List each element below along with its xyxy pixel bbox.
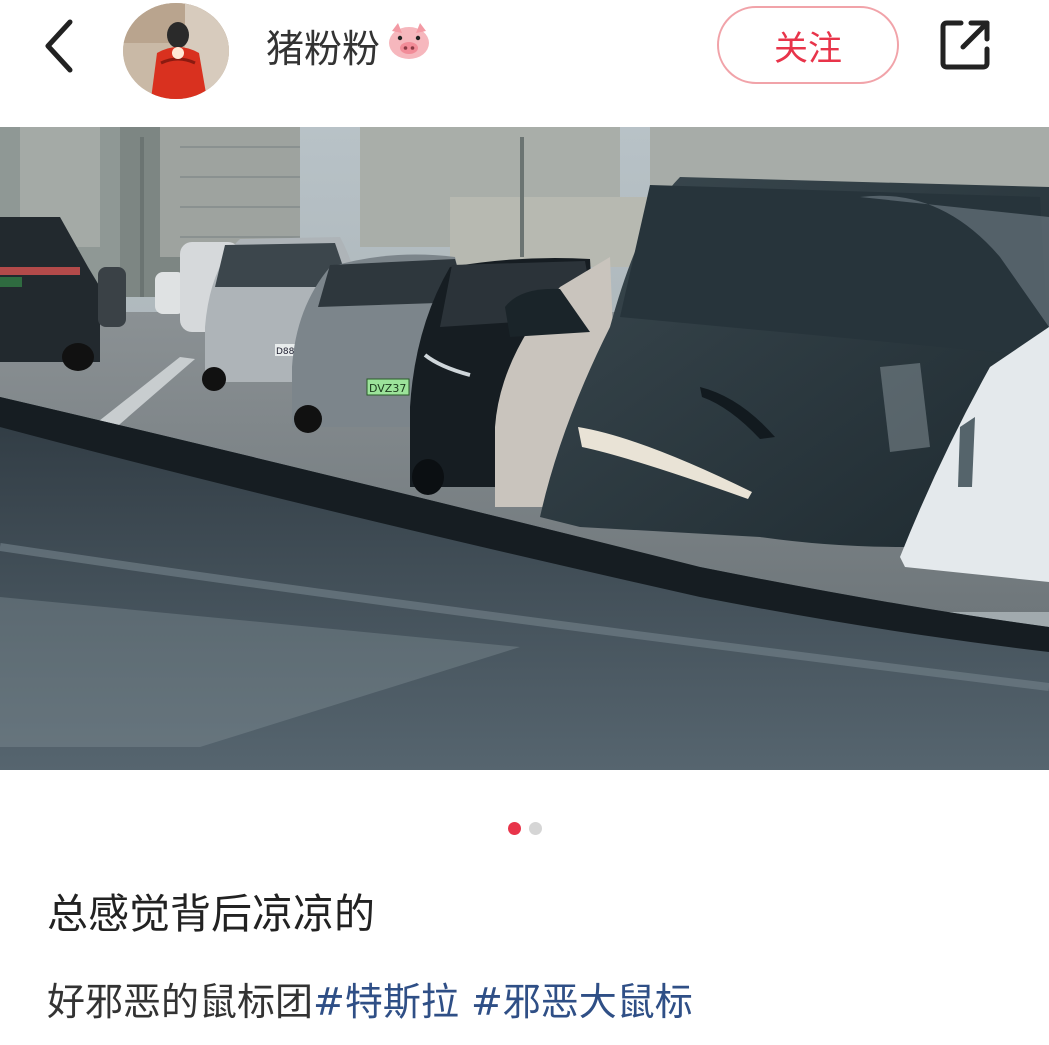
plate-center: DVZ37: [369, 382, 406, 395]
pig-emoji-icon: [386, 21, 432, 70]
post-title: 总感觉背后凉凉的: [47, 890, 375, 938]
carousel-indicator: [0, 822, 1049, 835]
post-body: 好邪恶的鼠标团#特斯拉 #邪恶大鼠标: [47, 971, 693, 1026]
avatar[interactable]: [123, 3, 229, 99]
username-text: 猪粉粉: [266, 27, 381, 71]
share-button[interactable]: [930, 10, 1000, 80]
carousel-dot-2[interactable]: [528, 822, 542, 835]
hashtag-evil-mouse[interactable]: #邪恶大鼠标: [471, 980, 693, 1024]
hashtag-tesla[interactable]: #特斯拉: [313, 980, 459, 1024]
chevron-left-icon: [45, 19, 73, 73]
post-detail-page: 猪粉粉 关注 D88 DVZ37 总感觉背后凉凉的 好邪恶的鼠标团#特斯拉 #邪…: [0, 0, 1049, 1045]
post-body-text: 好邪恶的鼠标团: [47, 980, 314, 1024]
plate-left: D88: [276, 347, 295, 357]
post-photo[interactable]: D88 DVZ37: [0, 127, 1049, 770]
share-icon: [940, 20, 990, 70]
username[interactable]: 猪粉粉: [266, 18, 432, 73]
back-button[interactable]: [30, 12, 90, 80]
follow-button[interactable]: 关注: [717, 6, 899, 84]
post-header: 猪粉粉 关注: [0, 0, 1049, 125]
carousel-dot-1[interactable]: [507, 822, 521, 835]
